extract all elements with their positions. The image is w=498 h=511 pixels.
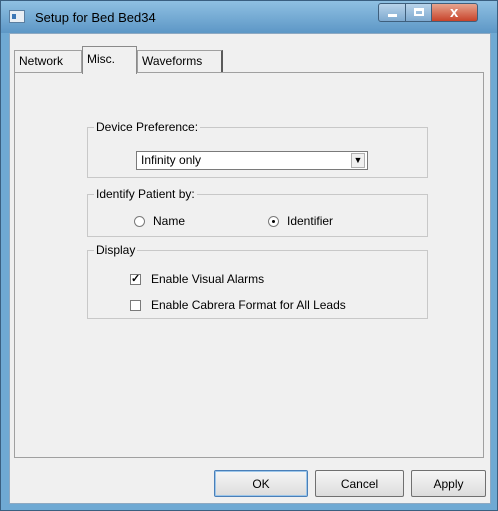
dialog-client-area: Network Misc. Waveforms Device Preferenc… — [9, 33, 491, 504]
chevron-down-icon[interactable]: ▼ — [351, 153, 365, 168]
apply-button[interactable]: Apply — [411, 470, 486, 497]
cancel-button[interactable]: Cancel — [315, 470, 404, 497]
setup-dialog-window: Setup for Bed Bed34 x Network Misc. Wave… — [0, 0, 498, 511]
device-preference-select[interactable]: Infinity only ▼ — [136, 151, 368, 170]
radio-identifier-button[interactable] — [268, 216, 279, 227]
tab-waveforms[interactable]: Waveforms — [137, 50, 223, 72]
device-preference-value: Infinity only — [141, 153, 202, 167]
checkbox-visual-alarms-box[interactable] — [130, 272, 141, 286]
checkbox-visual-alarms[interactable]: Enable Visual Alarms — [130, 271, 264, 287]
tab-network[interactable]: Network — [14, 50, 82, 72]
radio-name[interactable]: Name — [134, 213, 185, 229]
checkbox-cabrera-format[interactable]: Enable Cabrera Format for All Leads — [130, 297, 346, 313]
minimize-button[interactable] — [378, 3, 406, 22]
display-group: Display Enable Visual Alarms Enable Cabr… — [87, 243, 428, 319]
misc-tab-panel: Device Preference: Infinity only ▼ Ident… — [14, 72, 484, 458]
checkbox-cabrera-format-label: Enable Cabrera Format for All Leads — [151, 298, 346, 312]
maximize-icon — [414, 8, 424, 16]
close-icon: x — [450, 4, 459, 21]
radio-name-label: Name — [153, 214, 186, 228]
checkbox-cabrera-format-box[interactable] — [130, 300, 141, 311]
display-label: Display — [96, 243, 136, 257]
ok-button[interactable]: OK — [214, 470, 308, 497]
device-preference-group: Device Preference: Infinity only ▼ — [87, 120, 428, 178]
device-preference-label: Device Preference: — [96, 120, 199, 134]
checkbox-visual-alarms-label: Enable Visual Alarms — [151, 272, 265, 286]
title-bar[interactable]: Setup for Bed Bed34 x — [1, 1, 497, 33]
app-icon — [9, 10, 25, 23]
radio-identifier[interactable]: Identifier — [268, 213, 333, 229]
tab-misc[interactable]: Misc. — [82, 46, 137, 74]
radio-name-button[interactable] — [134, 216, 145, 227]
window-title: Setup for Bed Bed34 — [35, 10, 156, 25]
minimize-icon — [388, 14, 397, 17]
maximize-button[interactable] — [405, 3, 432, 22]
radio-identifier-label: Identifier — [287, 214, 334, 228]
identify-patient-label: Identify Patient by: — [96, 187, 195, 201]
identify-patient-group: Identify Patient by: Name Identifier — [87, 187, 428, 237]
close-button[interactable]: x — [431, 3, 478, 22]
